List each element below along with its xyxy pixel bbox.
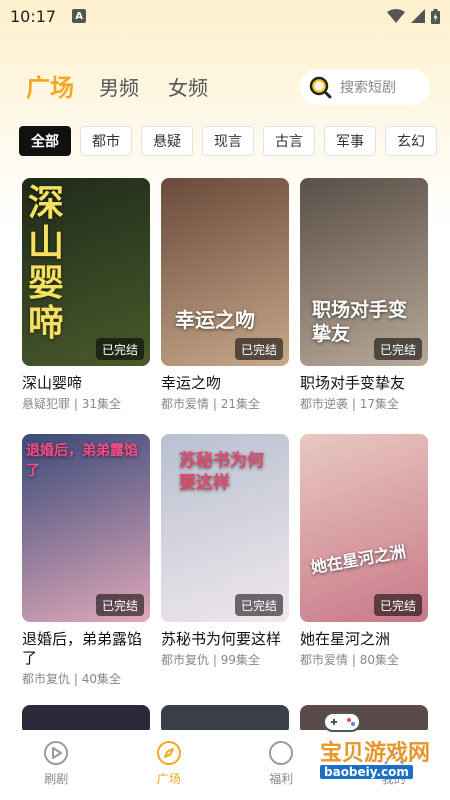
- drama-meta: 都市逆袭 | 17集全: [300, 397, 399, 411]
- drama-title: 苏秘书为何要这样: [161, 630, 282, 648]
- poster-title: 退婚后，弟弟露馅了: [26, 443, 138, 479]
- nav-label: 刷剧: [44, 772, 69, 786]
- poster-title: 她在星河之洲: [309, 541, 408, 578]
- drama-meta: 悬疑犯罪 | 31集全: [22, 397, 121, 411]
- drama-card[interactable]: 幸运之吻 已完结 幸运之吻 都市爱情 | 21集全: [161, 178, 289, 412]
- category-suspense[interactable]: 悬疑: [141, 126, 193, 156]
- drama-meta: 都市爱情 | 21集全: [161, 397, 260, 411]
- signal-icon: [411, 9, 425, 23]
- drama-card[interactable]: 她在星河之洲 已完结 她在星河之洲 都市爱情 | 80集全: [300, 434, 428, 668]
- drama-title: 幸运之吻: [161, 374, 222, 392]
- drama-title: 深山婴啼: [22, 374, 83, 392]
- poster-title: 深山婴啼: [28, 183, 65, 344]
- category-bar: 全部 都市 悬疑 现言 古言 军事 玄幻: [19, 126, 437, 156]
- compass-icon: [156, 741, 181, 765]
- category-urban[interactable]: 都市: [80, 126, 132, 156]
- status-badge: 已完结: [373, 594, 422, 616]
- category-ancient-romance[interactable]: 古言: [263, 126, 315, 156]
- status-badge: 已完结: [95, 338, 144, 360]
- play-circle-icon: [44, 741, 69, 765]
- drama-title: 她在星河之洲: [300, 630, 391, 648]
- drama-meta: 都市爱情 | 80集全: [300, 653, 399, 667]
- watermark-text: 宝贝游戏网: [320, 741, 431, 766]
- category-military[interactable]: 军事: [324, 126, 376, 156]
- wifi-icon: [387, 9, 405, 23]
- status-badge: 已完结: [95, 594, 144, 616]
- search-input[interactable]: 搜索短剧: [300, 69, 430, 105]
- tab-male[interactable]: 男频: [99, 72, 139, 101]
- notification-icon: A: [72, 9, 87, 23]
- poster-image[interactable]: 她在星河之洲 已完结: [300, 434, 428, 622]
- nav-label: 福利: [269, 772, 294, 786]
- drama-meta: 都市复仇 | 40集全: [22, 672, 121, 686]
- nav-label: 广场: [156, 772, 181, 786]
- gift-icon: [269, 741, 294, 765]
- poster-image[interactable]: 苏秘书为何要这样 已完结: [161, 434, 289, 622]
- drama-meta: 都市复仇 | 99集全: [161, 653, 260, 667]
- status-badge: 已完结: [234, 338, 283, 360]
- tab-square[interactable]: 广场: [26, 68, 74, 103]
- drama-card[interactable]: 苏秘书为何要这样 已完结 苏秘书为何要这样 都市复仇 | 99集全: [161, 434, 289, 668]
- poster-title: 幸运之吻: [175, 308, 255, 332]
- nav-item-square[interactable]: 广场: [113, 730, 226, 800]
- drama-card[interactable]: 退婚后，弟弟露馅了 已完结 退婚后，弟弟露馅了 都市复仇 | 40集全: [22, 434, 150, 687]
- poster-image[interactable]: 职场对手变挚友 已完结: [300, 178, 428, 366]
- category-fantasy[interactable]: 玄幻: [385, 126, 437, 156]
- poster-title: 苏秘书为何要这样: [179, 451, 264, 493]
- drama-card[interactable]: 职场对手变挚友 已完结 职场对手变挚友 都市逆袭 | 17集全: [300, 178, 428, 412]
- search-icon: [309, 76, 332, 99]
- watermark: 宝贝游戏网 baobeiy.com: [300, 705, 440, 785]
- battery-icon: [431, 8, 440, 24]
- drama-card[interactable]: 深山婴啼 已完结 深山婴啼 悬疑犯罪 | 31集全: [22, 178, 150, 412]
- category-all[interactable]: 全部: [19, 126, 71, 156]
- watermark-url: baobeiy.com: [320, 765, 413, 779]
- status-badge: 已完结: [234, 594, 283, 616]
- poster-image[interactable]: 深山婴啼 已完结: [22, 178, 150, 366]
- search-placeholder: 搜索短剧: [340, 80, 396, 96]
- tab-female[interactable]: 女频: [168, 72, 208, 101]
- poster-image[interactable]: 退婚后，弟弟露馅了 已完结: [22, 434, 150, 622]
- poster-image[interactable]: 幸运之吻 已完结: [161, 178, 289, 366]
- drama-title: 职场对手变挚友: [300, 374, 406, 392]
- nav-item-drama[interactable]: 刷剧: [0, 730, 113, 800]
- status-badge: 已完结: [373, 338, 422, 360]
- category-modern-romance[interactable]: 现言: [202, 126, 254, 156]
- drama-title: 退婚后，弟弟露馅了: [22, 630, 143, 667]
- status-bar: 10:17 A: [0, 0, 450, 32]
- gamepad-icon: [323, 712, 361, 732]
- status-time: 10:17: [10, 6, 57, 26]
- header: 广场 男频 女频 搜索短剧: [0, 66, 450, 110]
